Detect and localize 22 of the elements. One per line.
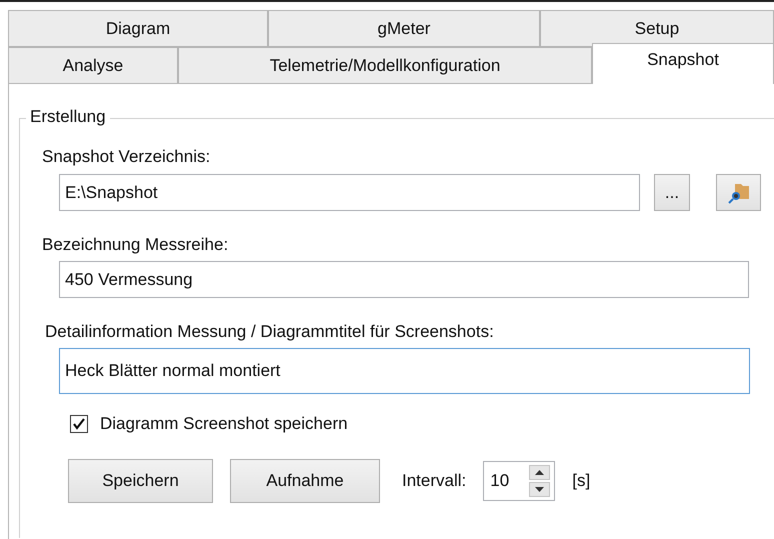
tab[interactable]: Setup (540, 10, 774, 47)
action-button[interactable]: Speichern (68, 459, 213, 503)
checkbox-label: Diagramm Screenshot speichern (100, 414, 348, 434)
browse-button[interactable]: ... (654, 174, 690, 211)
tab[interactable]: gMeter (268, 10, 540, 47)
unit-label: [s] (572, 471, 590, 491)
detail-field[interactable]: Heck Blätter normal montiert (59, 348, 750, 394)
tab[interactable]: Snapshot (592, 43, 774, 84)
directory-field[interactable]: E:\Snapshot (59, 174, 640, 211)
interval-label: Intervall: (402, 471, 466, 491)
action-button[interactable]: Aufnahme (230, 459, 380, 503)
tab[interactable]: Telemetrie/Modellkonfiguration (178, 47, 592, 84)
series-name-field[interactable]: 450 Vermessung (59, 261, 749, 298)
tab[interactable]: Diagram (8, 10, 268, 47)
field-label: Detailinformation Messung / Diagrammtitel für Screenshots: (45, 322, 495, 342)
field-label: Bezeichnung Messreihe: (42, 235, 230, 255)
tab[interactable]: Analyse (8, 47, 178, 84)
interval-spinner[interactable]: 10 (483, 461, 556, 501)
group-title: Erstellung (26, 107, 110, 127)
field-label: Snapshot Verzeichnis: (42, 147, 212, 167)
checkbox[interactable] (70, 415, 88, 433)
open-folder-button[interactable] (716, 174, 761, 211)
